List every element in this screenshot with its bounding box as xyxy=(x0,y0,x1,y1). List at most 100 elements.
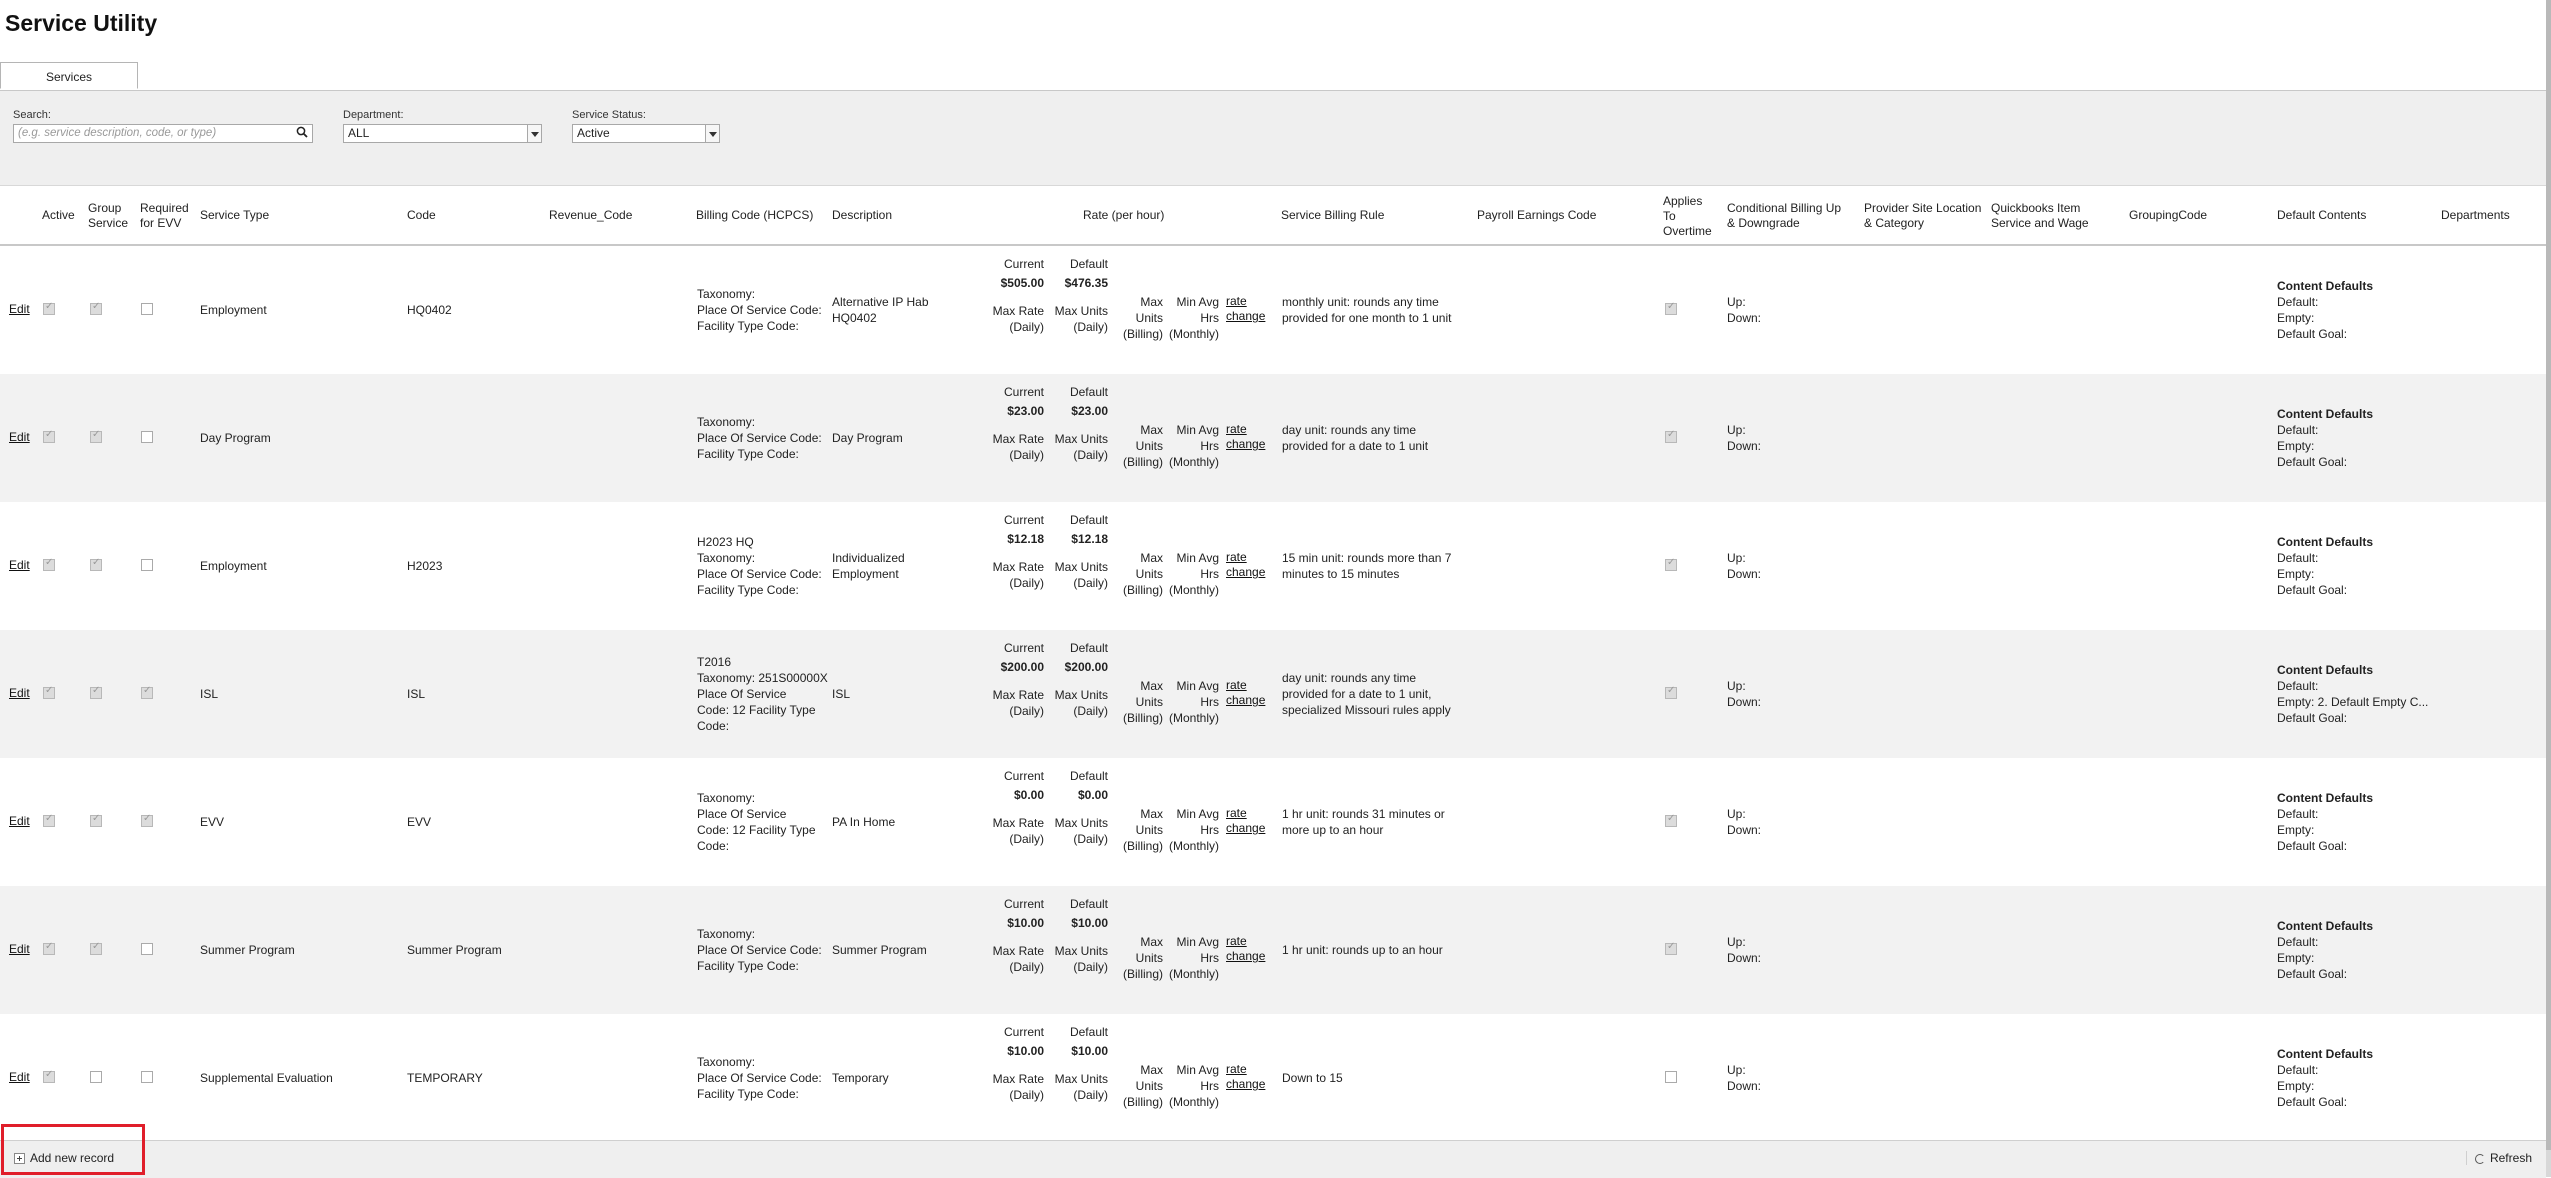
group-service-checkbox[interactable] xyxy=(90,1071,102,1083)
edit-link[interactable]: Edit xyxy=(9,686,30,700)
search-input[interactable]: (e.g. service description, code, or type… xyxy=(13,124,313,143)
min-avg-label: Min Avg xyxy=(1176,295,1219,309)
applies-overtime-checkbox[interactable] xyxy=(1665,1071,1677,1083)
col-revenue-code[interactable]: Revenue_Code xyxy=(549,208,632,223)
applies-overtime-checkbox[interactable] xyxy=(1665,301,1677,315)
table-row[interactable]: Edit Employment HQ0402 Taxonomy: Place Of Se… xyxy=(0,246,2546,374)
table-row[interactable]: Edit Day Program Taxonomy: Place Of Service… xyxy=(0,374,2546,502)
active-checkbox[interactable] xyxy=(43,301,55,315)
applies-overtime-checkbox[interactable] xyxy=(1665,429,1677,443)
col-provider-site[interactable]: Provider Site Location & Category xyxy=(1864,201,1984,231)
rate-change-link[interactable]: rate xyxy=(1226,678,1247,693)
col-service-type[interactable]: Service Type xyxy=(200,208,269,223)
active-checkbox[interactable] xyxy=(43,429,55,443)
edit-link[interactable]: Edit xyxy=(9,1070,30,1084)
edit-link[interactable]: Edit xyxy=(9,302,30,316)
col-applies-overtime[interactable]: Applies To Overtime xyxy=(1663,194,1717,239)
max-units-daily: (Daily) xyxy=(1073,960,1108,974)
edit-link[interactable]: Edit xyxy=(9,814,30,828)
col-billing-rule[interactable]: Service Billing Rule xyxy=(1281,208,1384,223)
billing-max-label: Max xyxy=(1140,935,1163,949)
billing-label: (Billing) xyxy=(1122,711,1163,725)
table-row[interactable]: Edit ISL ISL T2016 Taxonomy: 251S00000X Place… xyxy=(0,630,2546,758)
add-new-record-button[interactable]: Add new record xyxy=(14,1151,114,1165)
required-evv-checkbox[interactable] xyxy=(141,685,153,699)
col-departments[interactable]: Departments xyxy=(2441,208,2510,223)
edit-link[interactable]: Edit xyxy=(9,558,30,572)
billing-code-line: Code: xyxy=(697,719,730,733)
rate-change-link[interactable]: change xyxy=(1226,565,1265,580)
billing-code-line: Facility Type Code: xyxy=(697,959,799,973)
required-evv-checkbox[interactable] xyxy=(141,303,153,315)
required-evv-checkbox[interactable] xyxy=(141,813,153,827)
col-conditional-billing[interactable]: Conditional Billing Up & Downgrade xyxy=(1727,201,1852,231)
applies-overtime-checkbox[interactable] xyxy=(1665,813,1677,827)
applies-overtime-checkbox[interactable] xyxy=(1665,685,1677,699)
group-service-checkbox[interactable] xyxy=(90,301,102,315)
col-quickbooks[interactable]: Quickbooks Item Service and Wage xyxy=(1991,201,2101,231)
rate-change-link[interactable]: rate xyxy=(1226,806,1247,821)
rate-default-label: Default xyxy=(1069,257,1108,271)
active-checkbox[interactable] xyxy=(43,941,55,955)
required-evv-checkbox[interactable] xyxy=(141,943,153,955)
rate-change-link[interactable]: rate xyxy=(1226,294,1247,309)
required-evv-checkbox[interactable] xyxy=(141,559,153,571)
edit-link[interactable]: Edit xyxy=(9,942,30,956)
status-select[interactable]: Active xyxy=(572,124,720,143)
rate-change-link[interactable]: change xyxy=(1226,437,1265,452)
description-line: ISL xyxy=(832,687,851,701)
active-checkbox[interactable] xyxy=(43,813,55,827)
tab-services[interactable]: Services xyxy=(0,62,138,89)
max-units-daily: (Daily) xyxy=(1073,1088,1108,1102)
applies-overtime-checkbox[interactable] xyxy=(1665,557,1677,571)
conditional-up: Up: xyxy=(1727,807,1746,821)
group-service-checkbox[interactable] xyxy=(90,941,102,955)
refresh-button[interactable]: Refresh xyxy=(2465,1151,2532,1165)
rate-change-link[interactable]: change xyxy=(1226,949,1265,964)
rate-change-link[interactable]: rate xyxy=(1226,422,1247,437)
rate-change-link[interactable]: change xyxy=(1226,309,1265,324)
active-checkbox[interactable] xyxy=(43,557,55,571)
tab-strip: Services xyxy=(0,62,2546,91)
col-code[interactable]: Code xyxy=(407,208,436,223)
col-rate[interactable]: Rate (per hour) xyxy=(1083,208,1164,223)
table-row[interactable]: Edit Summer Program Summer Program Taxonomy… xyxy=(0,886,2546,1014)
chevron-down-icon[interactable] xyxy=(705,124,720,143)
group-service-checkbox[interactable] xyxy=(90,685,102,699)
rate-change-link[interactable]: change xyxy=(1226,1077,1265,1092)
required-evv-checkbox[interactable] xyxy=(141,431,153,443)
table-row[interactable]: Edit Employment H2023 H2023 HQ Taxonomy: Plac… xyxy=(0,502,2546,630)
billing-code-line: Facility Type Code: xyxy=(697,319,799,333)
rate-change-link[interactable]: rate xyxy=(1226,1062,1247,1077)
billing-code-line: Place Of Service xyxy=(697,807,787,821)
edit-link[interactable]: Edit xyxy=(9,430,30,444)
required-evv-checkbox[interactable] xyxy=(141,1071,153,1083)
col-active[interactable]: Active xyxy=(42,208,75,223)
status-label: Service Status: xyxy=(572,109,646,121)
col-billing-code[interactable]: Billing Code (HCPCS) xyxy=(696,208,813,223)
department-select[interactable]: ALL xyxy=(343,124,542,143)
chevron-down-icon[interactable] xyxy=(527,124,542,143)
col-payroll-code[interactable]: Payroll Earnings Code xyxy=(1477,208,1596,223)
col-required-evv[interactable]: Required for EVV xyxy=(140,201,192,231)
search-icon[interactable] xyxy=(296,126,308,138)
rate-change-link[interactable]: rate xyxy=(1226,934,1247,949)
table-row[interactable]: Edit EVV EVV Taxonomy: Place Of Service Code:… xyxy=(0,758,2546,886)
active-checkbox[interactable] xyxy=(43,685,55,699)
active-checkbox[interactable] xyxy=(43,1069,55,1083)
applies-overtime-checkbox[interactable] xyxy=(1665,941,1677,955)
group-service-checkbox[interactable] xyxy=(90,557,102,571)
min-avg-hrs: Hrs xyxy=(1200,567,1219,581)
rate-change-link[interactable]: rate xyxy=(1226,550,1247,565)
group-service-checkbox[interactable] xyxy=(90,429,102,443)
scrollbar-thumb[interactable] xyxy=(2546,0,2551,1150)
col-grouping-code[interactable]: GroupingCode xyxy=(2129,208,2207,223)
col-default-contents[interactable]: Default Contents xyxy=(2277,208,2366,223)
table-row[interactable]: Edit Supplemental Evaluation TEMPORARY Taxo… xyxy=(0,1014,2546,1142)
max-units-label: Max Units xyxy=(1054,944,1108,958)
col-group-service[interactable]: Group Service xyxy=(88,201,128,231)
group-service-checkbox[interactable] xyxy=(90,813,102,827)
col-description[interactable]: Description xyxy=(832,208,892,223)
rate-change-link[interactable]: change xyxy=(1226,821,1265,836)
rate-change-link[interactable]: change xyxy=(1226,693,1265,708)
